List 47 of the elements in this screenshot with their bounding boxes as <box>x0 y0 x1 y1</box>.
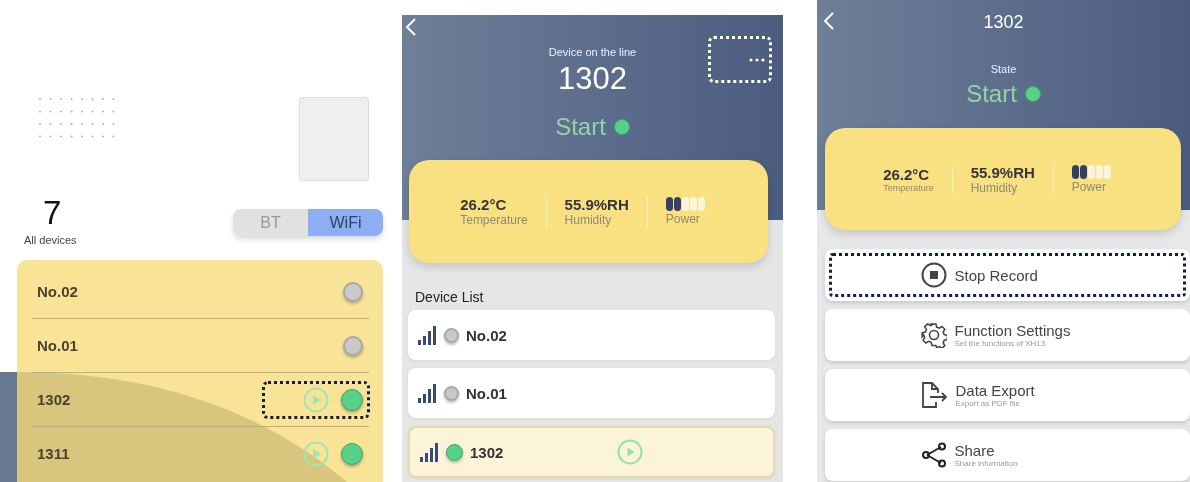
device-row[interactable]: No.01 <box>408 368 775 418</box>
device-number: 1302 <box>558 61 627 97</box>
status-text: Start <box>555 113 606 141</box>
reading-value: 26.2°C <box>883 165 931 183</box>
device-name: No.01 <box>466 384 507 402</box>
device-name: 1302 <box>470 443 504 461</box>
document-export-icon <box>919 381 948 409</box>
more-button[interactable] <box>709 37 771 82</box>
action-button[interactable]: Stop Record <box>825 249 1190 301</box>
action-button[interactable]: Function Settings Set the functions of XH13 <box>825 309 1190 361</box>
device-name: No.02 <box>37 283 78 300</box>
connection-tab[interactable]: WiFi <box>308 209 383 236</box>
back-icon[interactable] <box>823 12 835 30</box>
device-name: 1302 <box>37 391 71 408</box>
screen-title: 1302 <box>983 12 1024 33</box>
header-subtitle: Device on the line <box>548 46 637 58</box>
device-count: 7 <box>43 195 62 231</box>
reading-label: Power <box>665 212 701 226</box>
action-button[interactable]: Share Share information <box>825 429 1190 481</box>
device-name: No.02 <box>466 326 507 344</box>
status-label: State <box>990 63 1017 75</box>
dot-grid-icon <box>38 97 116 139</box>
reading-label: Humidity <box>564 213 613 227</box>
reading-label: Power <box>1071 179 1107 194</box>
device-name: 1311 <box>37 445 70 462</box>
share-icon <box>920 442 947 468</box>
settings-icon <box>920 322 947 348</box>
more-icon <box>749 57 765 62</box>
device-row[interactable]: 1302 <box>408 426 775 478</box>
section-title: Device List <box>415 289 485 305</box>
reading-value: 55.9%RH <box>564 196 629 213</box>
reading-label: Humidity <box>970 180 1019 195</box>
reading-label: Temperature <box>460 213 528 227</box>
device-row[interactable]: No.02 <box>32 265 369 319</box>
count-label: All devices <box>24 234 77 246</box>
action-button[interactable]: Data Export Export as PDF file <box>825 369 1190 421</box>
reading-value: 55.9%RH <box>970 163 1035 181</box>
device-row[interactable]: 1311 <box>32 427 369 480</box>
device-row[interactable]: No.02 <box>408 310 775 360</box>
device-row[interactable]: 1302 <box>32 373 369 427</box>
device-name: No.01 <box>37 337 78 354</box>
reading-value: 26.2°C <box>460 196 508 213</box>
status-text: Start <box>966 80 1017 108</box>
back-icon[interactable] <box>405 18 417 36</box>
stop-icon <box>920 262 947 288</box>
reading-label: Temperature <box>883 182 934 193</box>
device-row[interactable]: No.01 <box>32 319 369 373</box>
